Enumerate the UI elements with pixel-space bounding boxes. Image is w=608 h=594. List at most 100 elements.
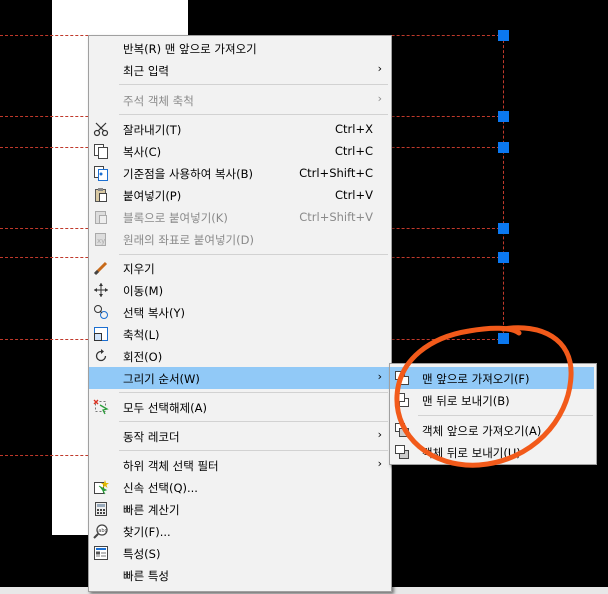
submenu-item-bring-to-front[interactable]: 맨 앞으로 가져오기(F) (390, 367, 594, 389)
menu-item-action-recorder[interactable]: 동작 레코더 › (89, 425, 391, 447)
menu-item-label: 주석 객체 축척 (123, 94, 194, 108)
menu-item-label: 복사(C) (123, 145, 162, 159)
chevron-right-icon: › (377, 428, 382, 441)
menu-item-quick-select[interactable]: 신속 선택(Q)... (89, 476, 391, 498)
menu-item-label: 동작 레코더 (123, 430, 180, 444)
copy-base-icon (93, 165, 109, 181)
menu-item-shortcut: Ctrl+C (334, 144, 373, 158)
menu-item-label: 선택 복사(Y) (123, 306, 185, 320)
menu-item-shortcut: Ctrl+Shift+V (299, 210, 373, 224)
grip-handle[interactable] (498, 333, 509, 344)
submenu-item-send-under-object[interactable]: 객체 뒤로 보내기(U) (390, 441, 596, 463)
menu-item-paste[interactable]: 붙여넣기(P) Ctrl+V (89, 184, 391, 206)
menu-item-label: 특성(S) (123, 547, 161, 561)
grip-handle[interactable] (498, 30, 509, 41)
menu-item-quick-properties[interactable]: 빠른 특성 (89, 564, 391, 586)
bring-above-object-icon (394, 422, 410, 438)
chevron-right-icon: › (377, 457, 382, 470)
context-menu: 반복(R) 맨 앞으로 가져오기 최근 입력 › 주석 객체 축척 › 잘라내기… (88, 35, 392, 592)
menu-item-label: 기준점을 사용하여 복사(B) (123, 167, 253, 181)
svg-text:xy: xy (97, 237, 105, 245)
menu-item-shortcut: Ctrl+V (335, 188, 373, 202)
paste-icon (93, 187, 109, 203)
send-to-back-icon (394, 392, 410, 408)
menu-item-repeat-bring-to-front[interactable]: 반복(R) 맨 앞으로 가져오기 (89, 37, 391, 59)
menu-item-recent-input[interactable]: 최근 입력 › (89, 59, 391, 81)
menu-item-copy-with-basepoint[interactable]: 기준점을 사용하여 복사(B) Ctrl+Shift+C (89, 162, 391, 184)
menu-item-label: 신속 선택(Q)... (123, 481, 198, 495)
grip-handle[interactable] (498, 111, 509, 122)
menu-item-label: 하위 객체 선택 필터 (123, 459, 219, 473)
submenu-item-label: 객체 뒤로 보내기(U) (422, 446, 521, 460)
menu-item-label: 이동(M) (123, 284, 164, 298)
dashed-guide-line (503, 35, 504, 340)
submenu-item-label: 객체 앞으로 가져오기(A) (422, 424, 542, 438)
menu-separator (119, 421, 388, 422)
menu-item-label: 블록으로 붙여넣기(K) (123, 211, 228, 225)
menu-item-label: 반복(R) 맨 앞으로 가져오기 (123, 42, 257, 56)
menu-item-cut[interactable]: 잘라내기(T) Ctrl+X (89, 118, 391, 140)
copy-select-icon (93, 304, 109, 320)
menu-item-properties[interactable]: 특성(S) (89, 542, 391, 564)
menu-item-label: 잘라내기(T) (123, 123, 182, 137)
move-icon (93, 282, 109, 298)
copy-icon (93, 143, 109, 159)
find-icon: abc (93, 523, 109, 539)
properties-icon (93, 545, 109, 561)
draw-order-submenu: 맨 앞으로 가져오기(F) 맨 뒤로 보내기(B) 객체 앞으로 가져오기(A)… (389, 363, 597, 465)
chevron-right-icon: › (377, 92, 382, 105)
grip-handle[interactable] (498, 142, 509, 153)
menu-item-paste-original-coords[interactable]: xy 원래의 좌표로 붙여넣기(D) (89, 228, 391, 250)
menu-item-erase[interactable]: 지우기 (89, 257, 391, 279)
submenu-item-label: 맨 앞으로 가져오기(F) (422, 372, 530, 386)
menu-item-subobject-filter[interactable]: 하위 객체 선택 필터 › (89, 454, 391, 476)
menu-item-move[interactable]: 이동(M) (89, 279, 391, 301)
chevron-right-icon: › (377, 62, 382, 75)
menu-separator (418, 415, 593, 416)
menu-item-label: 찾기(F)... (123, 525, 171, 539)
menu-separator (119, 84, 388, 85)
menu-item-label: 지우기 (123, 262, 155, 276)
send-under-object-icon (394, 444, 410, 460)
submenu-item-label: 맨 뒤로 보내기(B) (422, 394, 510, 408)
paste-block-icon (93, 209, 109, 225)
menu-item-label: 모두 선택해제(A) (123, 401, 207, 415)
menu-item-draw-order[interactable]: 그리기 순서(W) › (89, 367, 391, 389)
rotate-icon (93, 348, 109, 364)
chevron-right-icon: › (377, 370, 382, 383)
menu-item-label: 빠른 계산기 (123, 503, 180, 517)
grip-handle[interactable] (498, 223, 509, 234)
menu-item-label: 붙여넣기(P) (123, 189, 182, 203)
deselect-icon (93, 399, 109, 415)
submenu-item-send-to-back[interactable]: 맨 뒤로 보내기(B) (390, 389, 596, 411)
menu-separator (119, 114, 388, 115)
menu-item-paste-as-block[interactable]: 블록으로 붙여넣기(K) Ctrl+Shift+V (89, 206, 391, 228)
eraser-icon (93, 260, 109, 276)
menu-item-label: 회전(O) (123, 350, 163, 364)
menu-item-label: 빠른 특성 (123, 569, 169, 583)
menu-item-label: 최근 입력 (123, 64, 169, 78)
menu-separator (119, 450, 388, 451)
menu-item-shortcut: Ctrl+Shift+C (299, 166, 373, 180)
menu-item-annotation-scale[interactable]: 주석 객체 축척 › (89, 89, 391, 111)
menu-item-label: 축척(L) (123, 328, 160, 342)
menu-item-copy[interactable]: 복사(C) Ctrl+C (89, 140, 391, 162)
menu-separator (119, 254, 388, 255)
menu-separator (119, 392, 388, 393)
scale-icon (93, 326, 109, 342)
menu-item-shortcut: Ctrl+X (335, 122, 373, 136)
menu-item-copy-selection[interactable]: 선택 복사(Y) (89, 301, 391, 323)
svg-text:abc: abc (98, 528, 107, 534)
menu-item-deselect-all[interactable]: 모두 선택해제(A) (89, 396, 391, 418)
menu-item-quick-calculator[interactable]: 빠른 계산기 (89, 498, 391, 520)
menu-item-scale[interactable]: 축척(L) (89, 323, 391, 345)
paste-original-icon: xy (93, 231, 109, 247)
submenu-item-bring-above-object[interactable]: 객체 앞으로 가져오기(A) (390, 419, 596, 441)
menu-item-rotate[interactable]: 회전(O) (89, 345, 391, 367)
grip-handle[interactable] (498, 252, 509, 263)
quick-select-icon (93, 479, 109, 495)
menu-item-find[interactable]: abc 찾기(F)... (89, 520, 391, 542)
calculator-icon (93, 501, 109, 517)
menu-item-label: 원래의 좌표로 붙여넣기(D) (123, 233, 254, 247)
bring-to-front-icon (394, 370, 410, 386)
